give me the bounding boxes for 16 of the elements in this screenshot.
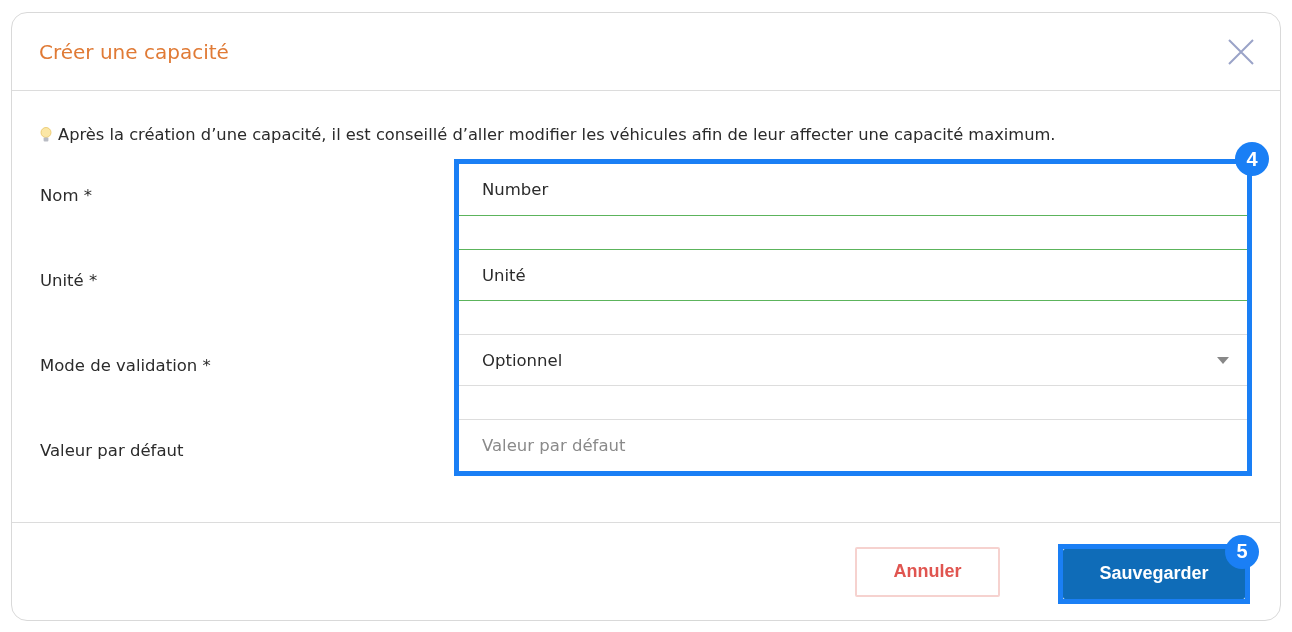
dialog-title: Créer une capacité: [39, 39, 229, 64]
caret-icon: [1217, 356, 1229, 364]
field-label: Unité *: [40, 270, 98, 290]
field-label: Mode de validation *: [40, 355, 211, 375]
close-icon[interactable]: [1228, 38, 1254, 65]
step-badge: 5: [1225, 534, 1259, 569]
step-badge: 4: [1235, 142, 1269, 176]
select-field[interactable]: Optionnel: [459, 334, 1247, 386]
input-field[interactable]: Unité: [459, 249, 1247, 301]
input-field[interactable]: Number: [459, 164, 1247, 216]
field-label: Valeur par défaut: [40, 440, 184, 460]
cancel-button[interactable]: Annuler: [855, 546, 1000, 597]
tip-text: Après la création d’une capacité, il est conseillé d’aller modifier les véhicules afin de leur affecter une capacité maximum.: [58, 125, 1056, 144]
lightbulb-icon: [40, 125, 52, 144]
field-label: Nom *: [40, 185, 92, 205]
input-field[interactable]: Valeur par défaut: [459, 419, 1247, 471]
